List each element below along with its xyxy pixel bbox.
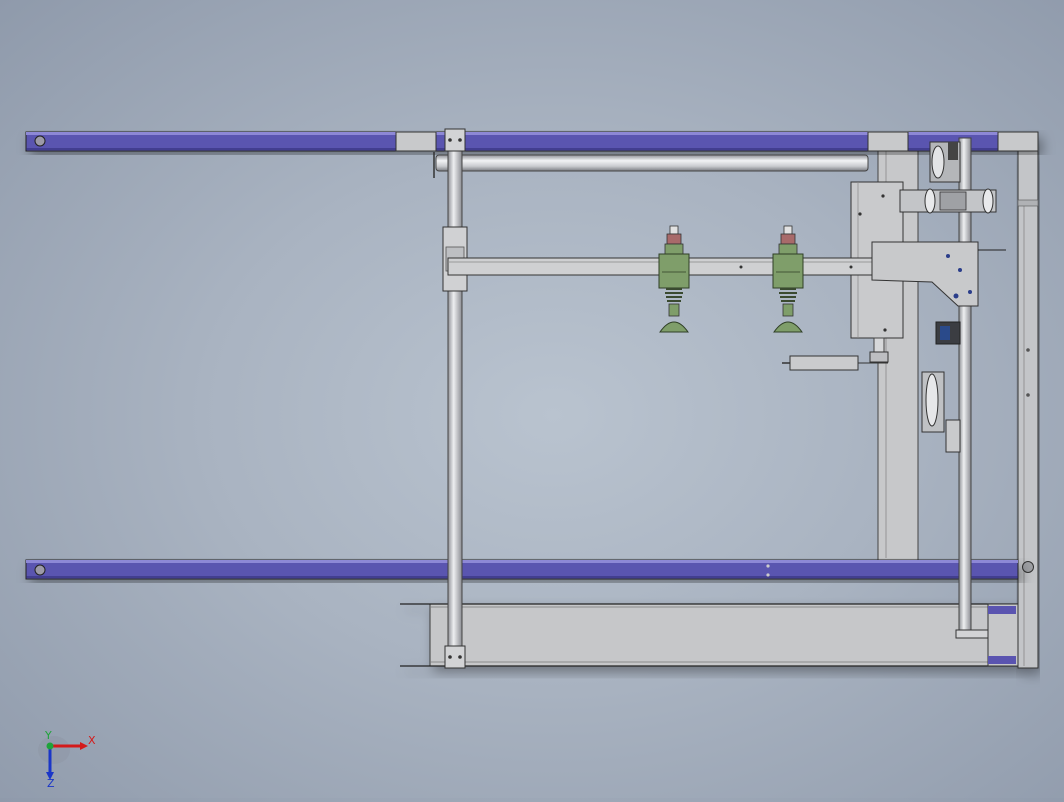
cad-graphics-area[interactable]: X Y Z <box>0 0 1064 798</box>
reference-triad: X Y Z <box>38 729 96 788</box>
cad-model-view[interactable] <box>0 0 1064 798</box>
left-guide-rod[interactable] <box>444 128 466 669</box>
y-axis-label: Y <box>44 729 52 742</box>
suction-cup-1[interactable] <box>658 225 690 333</box>
suction-cup-2[interactable] <box>772 225 804 333</box>
right-guide-rod[interactable] <box>955 137 1019 667</box>
x-axis-label: X <box>88 734 96 747</box>
bottom-tray[interactable] <box>400 603 1021 667</box>
y-axis-dot <box>46 742 54 750</box>
top-rail[interactable] <box>25 131 1039 152</box>
x-axis-arrowhead <box>80 742 88 750</box>
z-axis-label: Z <box>47 777 55 788</box>
right-frame-column[interactable] <box>1017 135 1039 669</box>
top-roller[interactable] <box>433 152 869 178</box>
bottom-rail[interactable] <box>25 559 1019 580</box>
